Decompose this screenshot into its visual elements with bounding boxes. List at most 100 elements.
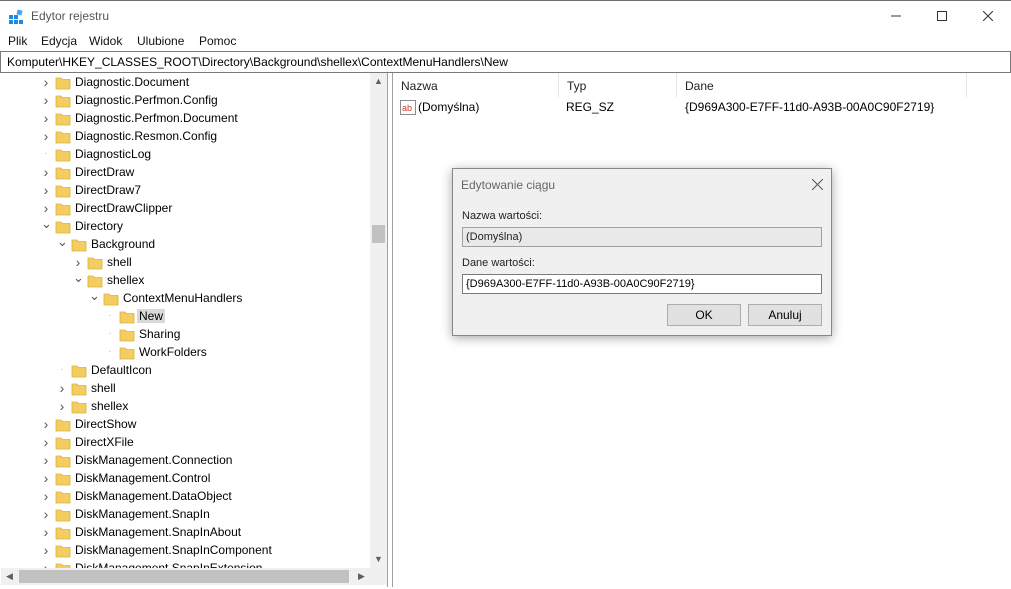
minimize-icon	[891, 15, 901, 17]
tree-item[interactable]: › shell	[1, 254, 370, 272]
tree-item[interactable]: › DiskManagement.SnapIn	[1, 506, 370, 524]
chevron-right-icon[interactable]: ›	[41, 543, 51, 557]
tree-item[interactable]: › DirectDraw7	[1, 182, 370, 200]
folder-icon	[55, 167, 71, 180]
tree-item[interactable]: › DirectDrawClipper	[1, 200, 370, 218]
tree-item[interactable]: › DiskManagement.SnapInAbout	[1, 524, 370, 542]
tree-horizontal-scroll-thumb[interactable]	[19, 570, 349, 583]
tree-item[interactable]: › Diagnostic.Perfmon.Config	[1, 92, 370, 110]
chevron-right-icon[interactable]: ›	[41, 417, 51, 431]
chevron-right-icon[interactable]: ›	[41, 129, 51, 143]
tree-item[interactable]: › shellex	[1, 398, 370, 416]
window-title: Edytor rejestru	[31, 9, 110, 23]
scroll-up-icon[interactable]: ▲	[370, 73, 387, 90]
close-icon	[983, 11, 993, 21]
chevron-right-icon[interactable]: ›	[41, 75, 51, 89]
chevron-right-icon[interactable]: ›	[41, 165, 51, 179]
chevron-right-icon[interactable]: ›	[41, 471, 51, 485]
ok-button[interactable]: OK	[667, 304, 741, 326]
menu-favorites[interactable]: Ulubione	[137, 34, 184, 48]
tree-item[interactable]: ⌄ Background	[1, 235, 370, 254]
chevron-right-icon[interactable]: ›	[41, 201, 51, 215]
folder-icon	[55, 77, 71, 90]
tree-item[interactable]: › DirectShow	[1, 416, 370, 434]
tree-item[interactable]: · DefaultIcon	[1, 362, 370, 380]
scroll-right-icon[interactable]: ▶	[353, 568, 370, 585]
chevron-right-icon[interactable]: ›	[41, 111, 51, 125]
tree-item[interactable]: ⌄ ContextMenuHandlers	[1, 289, 370, 308]
menu-edit[interactable]: Edycja	[41, 34, 77, 48]
tree-item[interactable]: › DiskManagement.DataObject	[1, 488, 370, 506]
chevron-down-icon[interactable]: ⌄	[57, 235, 68, 250]
maximize-button[interactable]	[919, 1, 965, 31]
value-data-input[interactable]: {D969A300-E7FF-11d0-A93B-00A0C90F2719}	[462, 274, 822, 294]
menu-help[interactable]: Pomoc	[199, 34, 236, 48]
tree-item[interactable]: › DirectDraw	[1, 164, 370, 182]
value-name-label: Nazwa wartości:	[462, 210, 543, 222]
tree-connector: ·	[108, 346, 112, 357]
tree-item[interactable]: · DiagnosticLog	[1, 146, 370, 164]
tree-item[interactable]: › DirectXFile	[1, 434, 370, 452]
column-header-data[interactable]: Dane	[677, 73, 967, 97]
title-bar: Edytor rejestru	[0, 0, 1011, 31]
folder-icon	[55, 473, 71, 486]
column-header-name[interactable]: Nazwa	[393, 73, 559, 97]
tree-item[interactable]: › DiskManagement.Connection	[1, 452, 370, 470]
minimize-button[interactable]	[873, 1, 919, 31]
edit-string-dialog: Edytowanie ciągu Nazwa wartości: (Domyśl…	[452, 168, 832, 336]
menu-bar: Plik Edycja Widok Ulubione Pomoc	[0, 31, 1011, 51]
tree-item[interactable]: › DiskManagement.Control	[1, 470, 370, 488]
tree-item-label: DirectShow	[75, 417, 137, 431]
dialog-close-button[interactable]	[811, 174, 824, 195]
menu-view[interactable]: Widok	[89, 34, 122, 48]
tree-item[interactable]: › Diagnostic.Document	[1, 74, 370, 92]
folder-icon	[71, 365, 87, 378]
tree-item[interactable]: · WorkFolders	[1, 344, 370, 362]
tree-item[interactable]: › Diagnostic.Perfmon.Document	[1, 110, 370, 128]
tree-item[interactable]: · Sharing	[1, 326, 370, 344]
chevron-right-icon[interactable]: ›	[57, 381, 67, 395]
tree-item[interactable]: › shell	[1, 380, 370, 398]
tree-item-label: DiskManagement.SnapIn	[75, 507, 210, 521]
cancel-button[interactable]: Anuluj	[748, 304, 822, 326]
folder-icon	[55, 203, 71, 216]
tree-item-label: DiskManagement.SnapInExtension	[75, 561, 263, 568]
value-data: {D969A300-E7FF-11d0-A93B-00A0C90F2719}	[685, 100, 935, 114]
tree-item[interactable]: › Diagnostic.Resmon.Config	[1, 128, 370, 146]
chevron-right-icon[interactable]: ›	[41, 453, 51, 467]
chevron-right-icon[interactable]: ›	[57, 399, 67, 413]
tree-item-label: Diagnostic.Resmon.Config	[75, 129, 218, 143]
chevron-right-icon[interactable]: ›	[41, 507, 51, 521]
column-header-type[interactable]: Typ	[559, 73, 677, 97]
tree-vertical-scroll-thumb[interactable]	[372, 225, 385, 243]
tree-item-label: New	[137, 309, 166, 323]
chevron-right-icon[interactable]: ›	[41, 525, 51, 539]
scroll-left-icon[interactable]: ◀	[1, 568, 18, 585]
tree-horizontal-scrollbar[interactable]: ◀ ▶	[1, 568, 387, 585]
tree-item[interactable]: ⌄ shellex	[1, 271, 370, 290]
tree-item[interactable]: › DiskManagement.SnapInExtension	[1, 560, 370, 568]
tree-vertical-scrollbar[interactable]: ▲ ▼	[370, 73, 387, 568]
chevron-right-icon[interactable]: ›	[41, 489, 51, 503]
chevron-right-icon[interactable]: ›	[41, 183, 51, 197]
folder-icon	[55, 509, 71, 522]
folder-icon	[55, 419, 71, 432]
chevron-right-icon[interactable]: ›	[41, 93, 51, 107]
chevron-right-icon[interactable]: ›	[41, 435, 51, 449]
tree-item[interactable]: · New	[1, 308, 370, 326]
tree-item[interactable]: › DiskManagement.SnapInComponent	[1, 542, 370, 560]
folder-icon	[71, 401, 87, 414]
folder-icon	[55, 131, 71, 144]
value-row[interactable]: ab (Domyślna) REG_SZ {D969A300-E7FF-11d0…	[393, 99, 1010, 117]
chevron-down-icon[interactable]: ⌄	[73, 271, 84, 286]
tree-item-label: Sharing	[139, 327, 181, 341]
tree-item-label: Diagnostic.Document	[75, 75, 190, 89]
address-bar[interactable]: Komputer\HKEY_CLASSES_ROOT\Directory\Bac…	[0, 51, 1011, 73]
tree-item-label: DiskManagement.SnapInComponent	[75, 543, 272, 557]
close-button[interactable]	[965, 1, 1011, 31]
chevron-down-icon[interactable]: ⌄	[89, 289, 100, 304]
scroll-down-icon[interactable]: ▼	[370, 551, 387, 568]
chevron-right-icon[interactable]: ›	[73, 255, 83, 269]
chevron-down-icon[interactable]: ⌄	[41, 217, 52, 232]
menu-file[interactable]: Plik	[8, 34, 27, 48]
